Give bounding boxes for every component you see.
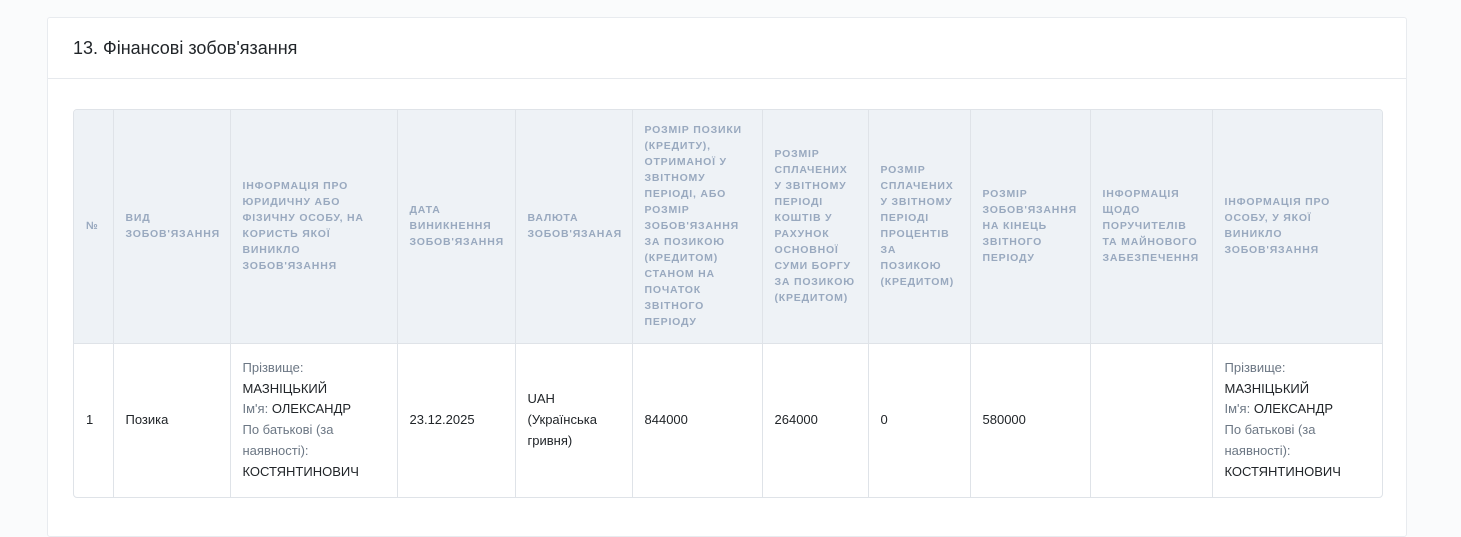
- cell-interest-paid: 0: [868, 343, 971, 497]
- header-end-balance: Розмір зобов'язання на кінець звітного п…: [970, 110, 1091, 344]
- header-currency: Валюта зобов'язаная: [515, 110, 633, 344]
- debtor-surname-label: Прізвище:: [1224, 359, 1286, 375]
- obligations-table-wrapper: № Вид зобов'язання Інформація про юридич…: [73, 109, 1383, 498]
- header-guarantors: Інформація щодо поручителів та майнового…: [1090, 110, 1213, 344]
- cell-obligation-type: Позика: [113, 343, 231, 497]
- creditor-surname: МАЗНІЦЬКИЙ: [242, 380, 328, 396]
- header-number: №: [74, 110, 114, 344]
- cell-creditor-info: Прізвище: МАЗНІЦЬКИЙ Ім'я: ОЛЕКСАНДР По …: [230, 343, 398, 497]
- debtor-name-label: Ім'я:: [1224, 401, 1251, 417]
- header-date: Дата виникнення зобов'язання: [397, 110, 516, 344]
- cell-currency: UAH (Українська гривня): [515, 343, 633, 497]
- card-header: 13. Фінансові зобов'язання: [48, 18, 1406, 79]
- header-interest-paid: Розмір сплачених у звітному періоді проц…: [868, 110, 971, 344]
- header-debtor-info: Інформація про особу, у якої виникло зоб…: [1212, 110, 1382, 344]
- header-loan-amount: Розмір позики (кредиту), отриманої у зві…: [632, 110, 763, 344]
- currency-name: (Українська гривня): [527, 411, 597, 448]
- table-header-row: № Вид зобов'язання Інформація про юридич…: [74, 110, 1382, 344]
- cell-guarantors: [1090, 343, 1213, 497]
- obligations-table: № Вид зобов'язання Інформація про юридич…: [74, 110, 1382, 497]
- section-title: 13. Фінансові зобов'язання: [73, 37, 298, 58]
- debtor-name: ОЛЕКСАНДР: [1253, 401, 1334, 417]
- cell-principal-paid: 264000: [762, 343, 869, 497]
- creditor-patronymic: КОСТЯНТИНОВИЧ: [242, 463, 359, 479]
- creditor-name-label: Ім'я:: [242, 401, 269, 417]
- cell-debtor-info: Прізвище: МАЗНІЦЬКИЙ Ім'я: ОЛЕКСАНДР По …: [1212, 343, 1382, 497]
- header-creditor-info: Інформація про юридичну або фізичну особ…: [230, 110, 398, 344]
- debtor-surname: МАЗНІЦЬКИЙ: [1224, 380, 1310, 396]
- creditor-name: ОЛЕКСАНДР: [271, 401, 352, 417]
- creditor-surname-label: Прізвище:: [242, 359, 304, 375]
- debtor-patronymic: КОСТЯНТИНОВИЧ: [1224, 463, 1341, 479]
- cell-end-balance: 580000: [970, 343, 1091, 497]
- cell-loan-amount: 844000: [632, 343, 763, 497]
- debtor-patronymic-label: По батькові (за наявності):: [1224, 422, 1316, 459]
- currency-code: UAH: [527, 391, 555, 407]
- table-row: 1 Позика Прізвище: МАЗНІЦЬКИЙ Ім'я: ОЛЕК…: [74, 343, 1382, 497]
- creditor-patronymic-label: По батькові (за наявності):: [242, 422, 334, 459]
- financial-obligations-card: 13. Фінансові зобов'язання № Вид зобов': [47, 17, 1407, 537]
- cell-date: 23.12.2025: [397, 343, 516, 497]
- header-principal-paid: Розмір сплачених у звітному періоді кошт…: [762, 110, 869, 344]
- header-obligation-type: Вид зобов'язання: [113, 110, 231, 344]
- cell-number: 1: [74, 343, 114, 497]
